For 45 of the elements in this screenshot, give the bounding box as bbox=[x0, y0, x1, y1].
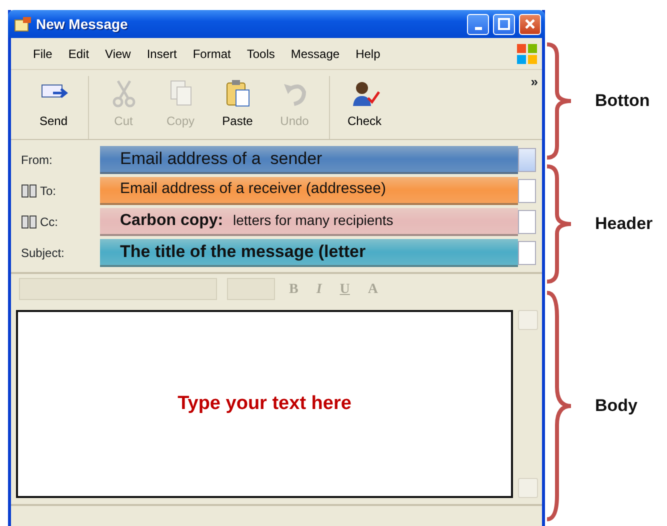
field-label: To: bbox=[40, 182, 56, 200]
menu-item[interactable]: Edit bbox=[60, 44, 98, 62]
field-label: From: bbox=[21, 152, 52, 168]
windows-logo-icon bbox=[516, 42, 538, 64]
close-icon bbox=[524, 18, 536, 30]
annotation-text: Type your text here bbox=[178, 392, 352, 416]
scroll-up-button[interactable] bbox=[518, 310, 538, 330]
field-label: Subject: bbox=[21, 244, 64, 262]
section-label: Header bbox=[595, 213, 653, 236]
input-field[interactable] bbox=[518, 210, 536, 234]
menu-item[interactable]: Tools bbox=[238, 44, 283, 62]
scrollbar[interactable] bbox=[518, 310, 538, 498]
menu-item[interactable]: Format bbox=[184, 44, 239, 62]
menu-item[interactable]: Help bbox=[348, 44, 388, 62]
section-label: Botton bbox=[595, 90, 650, 112]
size-dropdown[interactable] bbox=[227, 278, 275, 300]
menu-item[interactable]: File bbox=[25, 44, 60, 62]
minimize-icon bbox=[474, 26, 482, 30]
menu-item[interactable]: Message bbox=[282, 44, 348, 62]
dropdown-button[interactable] bbox=[518, 148, 536, 172]
toolbar-button[interactable]: Paste bbox=[209, 76, 266, 139]
annotation-banner: The title of the message (letter bbox=[100, 238, 518, 266]
input-field[interactable] bbox=[518, 178, 536, 202]
field-label: Cc: bbox=[40, 214, 58, 230]
annotation-banner: Email address of a sender bbox=[100, 146, 518, 174]
maximize-icon bbox=[498, 18, 510, 30]
overflow-chevron[interactable]: » bbox=[530, 72, 538, 92]
annotation-banner: Email address of a receiver (addressee) bbox=[100, 176, 518, 204]
input-field[interactable] bbox=[518, 240, 536, 264]
font-dropdown[interactable] bbox=[19, 278, 217, 300]
maximize-button[interactable] bbox=[493, 14, 515, 34]
annotation-banner: Carbon copy: letters for many recipients bbox=[100, 208, 518, 236]
scroll-down-button[interactable] bbox=[518, 478, 538, 498]
menu-item[interactable]: View bbox=[97, 44, 139, 62]
window-title: New Message bbox=[36, 14, 129, 34]
address-book-icon[interactable] bbox=[21, 184, 37, 198]
toolbar-button[interactable]: Check bbox=[336, 76, 393, 139]
section-label: Body bbox=[595, 395, 638, 418]
close-button[interactable] bbox=[519, 14, 541, 34]
message-body-field[interactable]: Type your text here bbox=[16, 310, 513, 498]
minimize-button[interactable] bbox=[467, 14, 489, 34]
menu-item[interactable]: Insert bbox=[138, 44, 185, 62]
envelope-icon bbox=[14, 16, 32, 32]
address-book-icon[interactable] bbox=[21, 214, 37, 228]
toolbar-button[interactable]: Send bbox=[25, 76, 82, 139]
